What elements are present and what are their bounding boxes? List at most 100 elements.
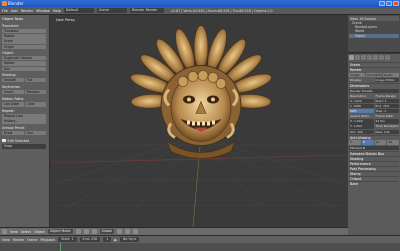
rotate-button[interactable]: Rotate [2,34,46,39]
viewport-shading-icon[interactable] [75,229,81,234]
play-icon[interactable]: ▶ [114,238,117,242]
draw-button[interactable]: Draw [2,130,24,136]
remove-keyframe-button[interactable]: Remove [24,89,46,95]
world-tab-icon[interactable] [361,55,366,60]
aa-filter-select[interactable]: Mitchell-N [349,145,399,150]
snap-select[interactable]: Snap [2,144,46,150]
aspect-x-row: X: 1.000 24 fps [349,119,399,124]
aspect-x-field[interactable]: X: 1.000 [349,119,374,124]
clear-button[interactable]: Clear [24,102,46,107]
snap-icon[interactable] [125,229,131,234]
material-tab-icon[interactable] [379,55,384,60]
render-audio-button[interactable]: Audio [383,72,399,78]
outliner-view-menu[interactable]: View [350,17,358,21]
window-title: Blender [8,1,24,6]
menu-render[interactable]: Render [21,9,33,13]
object-menu[interactable]: Object [34,230,45,234]
aspect-y-field[interactable]: Y: 1.000 [349,124,374,129]
timeline-start-field[interactable]: Start: 1 [58,237,77,242]
manipulator-icon[interactable] [91,229,97,234]
render-animation-button[interactable]: Animation [366,72,382,78]
select-menu[interactable]: Select [21,230,31,234]
timeline-frame-menu[interactable]: Frame [27,238,37,242]
menu-help[interactable]: Help [53,9,61,13]
scene-select[interactable]: Scene [96,8,127,13]
start-frame-field[interactable]: Start: 1 [374,98,399,104]
frame-step-field[interactable]: Step: 1 [374,109,399,114]
screen-layout-select[interactable]: Default [63,8,94,13]
timeline-marker-menu[interactable]: Marker [13,238,24,242]
object-tab-icon[interactable] [367,55,372,60]
maximize-icon[interactable] [386,1,392,6]
aa-16-button[interactable]: 16 [387,140,399,145]
duplicate-objects-button[interactable]: Duplicate Objects [2,55,46,61]
timeline-playback-menu[interactable]: Playback [41,238,56,242]
aa-5-button[interactable]: 5 [349,140,361,145]
editor-type-icon[interactable] [2,229,7,234]
calculate-button[interactable]: Calculate [2,102,24,107]
render-section[interactable]: Render [349,67,399,72]
transform-orientation-select[interactable]: Global [99,229,115,234]
blender-app: Blender File Add Render Window Help Defa… [0,0,400,251]
bake-section[interactable]: Bake [349,180,399,186]
object-tools-title[interactable]: Object Tools [2,17,47,22]
gorgon-antefix-model[interactable] [121,17,281,182]
render-presets-select[interactable]: Render Presets [349,88,399,94]
scene-tab-icon[interactable] [355,55,360,60]
scale-button[interactable]: Scale [2,39,46,44]
smooth-button[interactable]: Smooth [2,77,24,83]
render-preview-icon[interactable] [133,229,139,234]
render-tab-icon[interactable] [349,55,354,60]
pivot-point-icon[interactable] [83,229,89,234]
dimensions-section[interactable]: Dimensions [349,82,399,88]
modifier-tab-icon[interactable] [373,55,378,60]
edit-selected-toggle[interactable]: Edit Selected [2,138,47,143]
texture-tab-icon[interactable] [385,55,390,60]
repeat-last-button[interactable]: Repeat Last [2,114,46,119]
menu-file[interactable]: File [2,9,8,13]
aa-11-button[interactable]: 11 [374,140,387,145]
end-frame-field[interactable]: End: 250 [374,104,399,109]
view-menu[interactable]: View [10,230,18,234]
aa-samples-row: 5 8 11 16 [349,140,399,145]
layers-icon[interactable] [117,229,123,234]
line-button[interactable]: Line [24,130,46,136]
close-icon[interactable] [393,1,399,6]
outliner-display-select[interactable]: All Scenes [360,17,376,21]
interaction-mode-select[interactable]: Object Mode [47,229,73,234]
render-image-button[interactable]: Image [349,72,365,78]
viewport-perspective-label: User Persp [56,18,75,22]
insert-keyframe-button[interactable]: Insert [2,89,24,95]
resolution-percentage-slider[interactable]: 50% [349,109,374,114]
timeline-end-field[interactable]: End: 250 [79,237,101,242]
grease-pencil-row: Draw Line [2,130,47,136]
resolution-x-field[interactable]: X: 1920 [349,98,374,104]
minimize-icon[interactable] [379,1,385,6]
presets-row: Render Presets [349,88,399,94]
time-new-field[interactable]: New: 100 [374,129,399,134]
translate-button[interactable]: Translate [2,28,46,34]
flat-button[interactable]: Flat [24,77,46,83]
history-button[interactable]: History... [2,119,46,124]
timeline-header: View Marker Frame Playback Start: 1 End:… [0,236,400,243]
anti-aliasing-section[interactable]: Anti-Aliasing [349,134,399,140]
timeline-view-menu[interactable]: View [2,238,10,242]
3d-viewport[interactable]: User Persp [51,15,347,227]
blender-logo-icon [2,1,7,6]
aa-8-button[interactable]: 8 [361,140,374,145]
origin-button[interactable]: Origin [2,44,46,50]
render-engine-select[interactable]: Blender Render [129,8,164,13]
frame-rate-select[interactable]: 24 fps [374,119,399,124]
join-button[interactable]: Join [2,66,46,72]
outliner-item-object[interactable]: Object [349,33,399,38]
display-select[interactable]: Image Editor [374,77,399,83]
time-old-field[interactable]: Old: 100 [349,129,374,134]
sync-mode-select[interactable]: No Sync [119,237,140,242]
delete-button[interactable]: Delete [2,61,46,66]
frame-rate-label: Frame Rate: [375,114,394,119]
menu-add[interactable]: Add [11,9,18,13]
current-frame-field[interactable]: 1 [103,237,112,242]
menu-window[interactable]: Window [36,9,50,13]
resolution-y-field[interactable]: Y: 1080 [349,104,374,109]
properties-tabs [349,55,399,60]
